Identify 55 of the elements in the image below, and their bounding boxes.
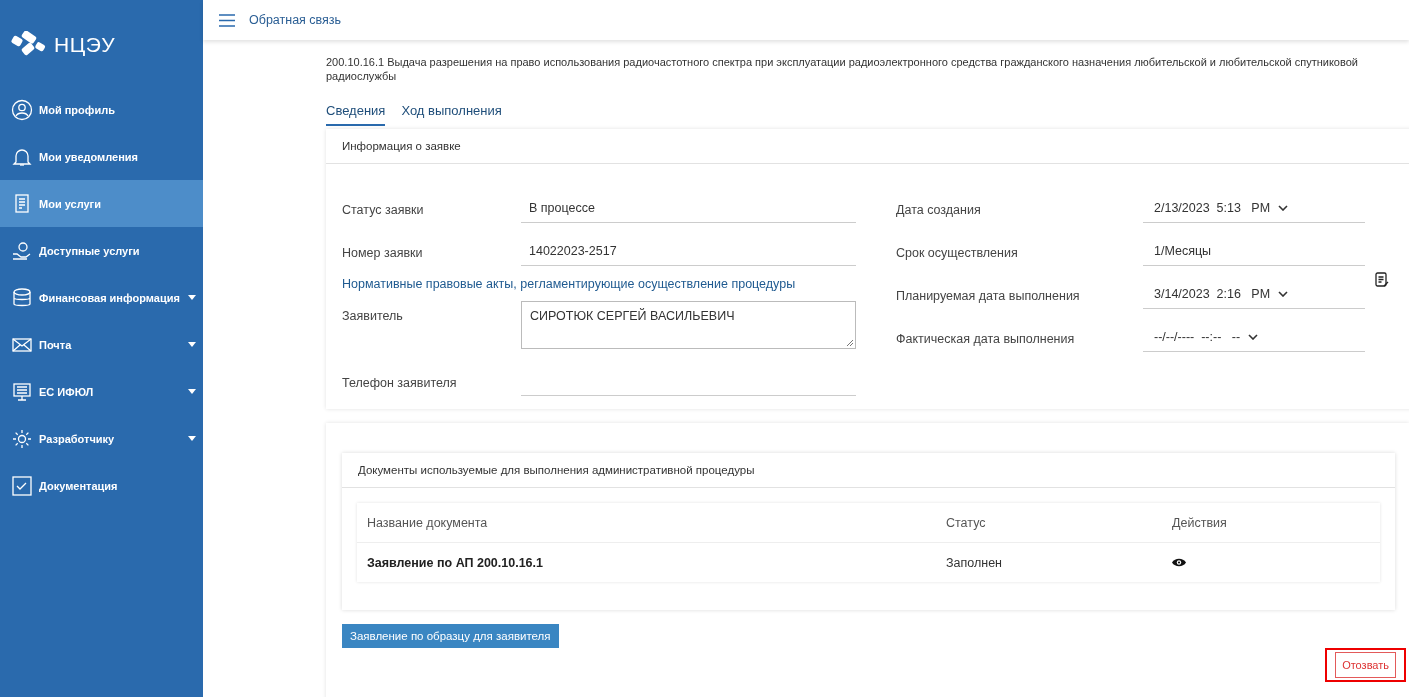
sidebar-item[interactable]: ЕС ИФЮЛ (0, 368, 203, 415)
edit-document-icon[interactable] (1375, 272, 1389, 288)
regulations-link[interactable]: Нормативные правовые акты, регламентирующие осуществление процедуры (342, 277, 872, 291)
field-label: Срок осуществления (896, 246, 1019, 262)
tab[interactable]: Ход выполнения (401, 103, 502, 126)
sidebar-item[interactable]: Документация (0, 462, 203, 509)
service-title: 200.10.16.1 Выдача разрешения на право использования радиочастотного спектра при эксплуатации радиоэлектронного средства гражданского назначения любительской и любительской спутниковой радиослужбы (326, 55, 1359, 83)
sidebar-item[interactable]: Доступные услуги (0, 227, 203, 274)
chevron-down-icon[interactable] (1278, 204, 1289, 211)
sidebar-item[interactable]: Мои уведомления (0, 133, 203, 180)
sidebar-item[interactable]: Мой профиль (0, 86, 203, 133)
applicant-textarea[interactable]: СИРОТЮК СЕРГЕЙ ВАСИЛЬЕВИЧ (521, 301, 856, 349)
card-title: Информация о заявке (326, 129, 1409, 164)
sidebar-item[interactable]: Мои услуги (0, 180, 203, 227)
datetime-field[interactable]: 3/14/2023 2:16 PM (1143, 279, 1365, 309)
datetime-field[interactable]: 2/13/2023 5:13 PM (1143, 193, 1365, 223)
monitor-icon (11, 380, 33, 403)
field-label: Дата создания (896, 203, 982, 219)
document-name: Заявление по АП 200.10.16.1 (367, 555, 544, 570)
field-label: Телефон заявителя (342, 376, 458, 392)
field-label: Фактическая дата выполнения (896, 332, 1076, 348)
input-field[interactable]: В процессе (521, 193, 856, 223)
resize-grip-icon[interactable] (846, 339, 853, 346)
field-label: Номер заявки (342, 246, 424, 262)
tab[interactable]: Сведения (326, 103, 386, 126)
caret-icon (188, 389, 196, 394)
input-field[interactable]: 14022023-2517 (521, 236, 856, 266)
checkbox-icon (11, 474, 33, 497)
field-label: Заявитель (342, 308, 404, 325)
feedback-link[interactable]: Обратная связь (249, 13, 342, 27)
field-label: Статус заявки (342, 203, 425, 219)
field-label: Планируемая дата выполнения (896, 289, 1081, 305)
view-icon[interactable] (1172, 558, 1186, 567)
revoke-button[interactable]: Отозвать (1335, 652, 1396, 678)
profile-icon (11, 98, 33, 121)
chevron-down-icon[interactable] (1278, 290, 1289, 297)
datetime-field[interactable]: --/--/---- --:-- -- (1143, 322, 1365, 352)
document-status: Заполнен (946, 555, 1003, 570)
sidebar-item[interactable]: Почта (0, 321, 203, 368)
caret-icon (188, 436, 196, 441)
input-field[interactable]: 1/Месяцы (1143, 236, 1365, 266)
database-icon (11, 286, 33, 309)
column-header: Название документа (367, 515, 489, 530)
column-header: Действия (1171, 515, 1227, 530)
menu-icon[interactable] (219, 13, 235, 27)
caret-icon (188, 342, 196, 347)
logo-text: НЦЭУ (54, 33, 116, 57)
column-header: Статус (946, 515, 987, 530)
gear-icon (11, 427, 33, 450)
sample-application-button[interactable]: Заявление по образцу для заявителя (342, 624, 559, 648)
sidebar-item[interactable]: Разработчику (0, 415, 203, 462)
chevron-down-icon[interactable] (1248, 333, 1259, 340)
card-title: Документы используемые для выполнения административной процедуры (342, 453, 1395, 488)
caret-icon (188, 295, 196, 300)
sidebar-item[interactable]: Финансовая информация (0, 274, 203, 321)
